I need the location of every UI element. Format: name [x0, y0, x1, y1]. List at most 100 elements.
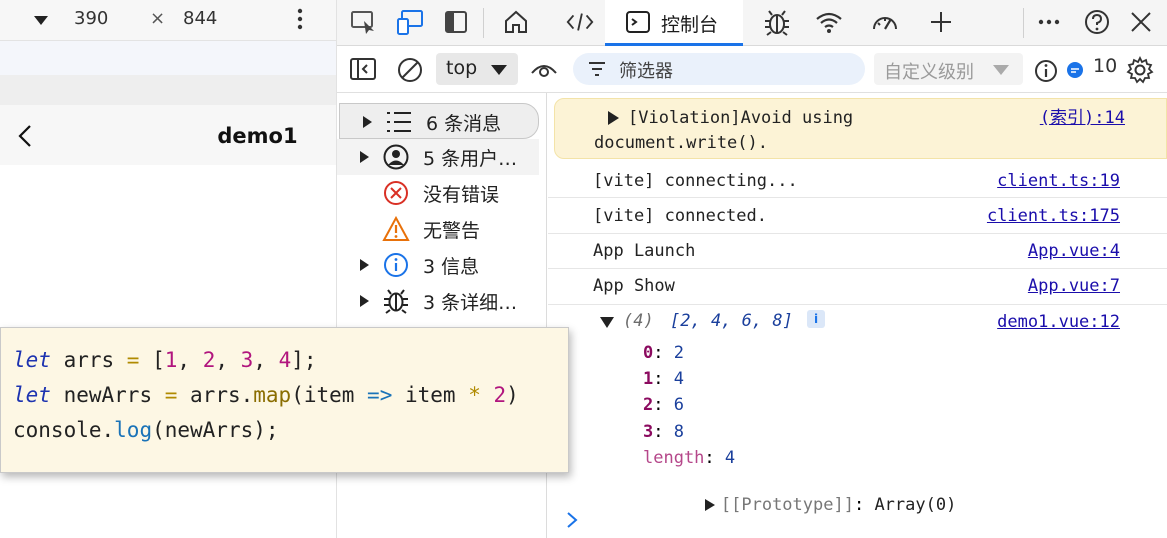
home-icon[interactable] [501, 7, 531, 37]
gauge-icon[interactable] [870, 7, 900, 37]
array-value: 8 [673, 422, 684, 442]
code-identifier: console. [13, 418, 115, 442]
sidebar-item-messages[interactable]: 6 条消息 [339, 103, 539, 139]
issues-message-icon[interactable] [1066, 61, 1084, 79]
code-method: log [114, 418, 153, 442]
code-punct: ) [506, 383, 519, 407]
chevron-down-icon [993, 65, 1009, 75]
context-selector[interactable]: top [436, 53, 518, 85]
user-icon [383, 144, 409, 170]
more-tabs-icon[interactable] [1034, 7, 1064, 37]
list-icon [387, 112, 411, 132]
device-width[interactable]: 390 [74, 8, 108, 29]
array-length-key: length [643, 448, 705, 468]
settings-gear-icon[interactable] [1126, 56, 1154, 84]
device-height[interactable]: 844 [183, 8, 217, 29]
issues-count[interactable]: 10 [1093, 55, 1117, 77]
message-source-link[interactable]: client.ts:175 [987, 206, 1120, 226]
expand-triangle-icon[interactable] [362, 116, 372, 128]
filter-input[interactable]: 筛选器 [573, 53, 865, 85]
wifi-icon[interactable] [814, 7, 844, 37]
collapse-triangle-icon[interactable] [600, 316, 614, 328]
filter-icon [589, 62, 605, 76]
dimensions-dropdown-icon[interactable] [32, 11, 50, 29]
tab-console[interactable]: 控制台 [605, 0, 743, 46]
info-icon[interactable] [1034, 59, 1058, 83]
clear-console-icon[interactable] [396, 56, 424, 84]
expand-triangle-icon[interactable] [359, 295, 369, 307]
expand-triangle-icon[interactable] [359, 151, 369, 163]
device-toolbar: 390 × 844 [0, 0, 336, 41]
context-label: top [446, 57, 478, 79]
array-prototype[interactable]: [[Prototype]]: Array(0) [623, 475, 956, 535]
expand-triangle-icon[interactable] [359, 259, 369, 271]
sidebar-item-info[interactable]: 3 信息 [337, 247, 539, 283]
code-line: let newArrs = arrs.map(item => item * 2) [13, 383, 519, 407]
array-entry: 3: 8 [643, 422, 684, 442]
expand-triangle-icon[interactable] [607, 111, 619, 125]
message-text: document.write(). [594, 133, 768, 153]
message-text: [vite] connected. [593, 206, 767, 226]
array-log-header[interactable]: (4) [2, 4, 6, 8] i demo1.vue:12 [548, 309, 1167, 332]
console-message[interactable]: App Launch App.vue:4 [548, 234, 1167, 269]
sidebar-item-errors[interactable]: 没有错误 [337, 175, 539, 211]
array-length-value: 4 [724, 448, 736, 468]
code-icon[interactable] [565, 7, 595, 37]
device-icon[interactable] [395, 7, 425, 37]
message-source-link[interactable]: App.vue:4 [1028, 241, 1120, 261]
message-source-link[interactable]: client.ts:19 [997, 171, 1120, 191]
tab-console-label: 控制台 [661, 14, 719, 36]
code-identifier: arrs. [177, 383, 254, 407]
console-message[interactable]: [vite] connected. client.ts:175 [548, 198, 1167, 234]
sidebar-item-verbose[interactable]: 3 条详细… [337, 283, 539, 319]
inspect-icon[interactable] [349, 7, 379, 37]
message-source-link[interactable]: (索引):14 [1040, 103, 1125, 128]
log-levels-label: 自定义级别 [884, 62, 974, 83]
bug-icon[interactable] [762, 7, 792, 37]
array-key: 2 [643, 395, 654, 415]
more-options-icon[interactable] [292, 6, 308, 34]
code-snippet-overlay: let arrs = [1, 2, 3, 4]; let newArrs = a… [0, 327, 569, 473]
live-expression-eye-icon[interactable] [530, 59, 558, 79]
expand-triangle-icon[interactable] [704, 499, 715, 511]
help-icon[interactable] [1082, 7, 1112, 37]
sidebar-item-label: 3 条详细… [423, 292, 518, 314]
console-prompt-icon[interactable] [565, 511, 579, 529]
console-message[interactable]: App Show App.vue:7 [548, 269, 1167, 305]
array-key: 0 [643, 343, 654, 363]
message-source-link[interactable]: App.vue:7 [1028, 276, 1120, 296]
code-number: 1 [164, 348, 178, 372]
code-identifier: arrs [50, 348, 127, 372]
message-source-link[interactable]: demo1.vue:12 [997, 312, 1120, 332]
array-entry: 1: 4 [643, 369, 684, 389]
plus-icon[interactable] [926, 7, 956, 37]
code-punct: ]; [291, 348, 317, 372]
array-key: 3 [643, 422, 654, 442]
sidebar-item-warnings[interactable]: 无警告 [337, 211, 539, 247]
console-output: [Violation]Avoid using document.write().… [548, 93, 1167, 538]
sidebar-toggle-icon[interactable] [349, 57, 377, 81]
message-text: App Show [593, 276, 675, 296]
info-icon [384, 253, 408, 277]
sidebar-item-label: 6 条消息 [426, 113, 502, 135]
device-header-band [0, 75, 336, 105]
panel-icon[interactable] [441, 7, 471, 37]
close-icon[interactable] [1126, 7, 1156, 37]
code-keyword: let [13, 348, 51, 372]
tab-divider [1023, 8, 1024, 38]
console-message[interactable]: [vite] connecting... client.ts:19 [548, 163, 1167, 198]
code-operator: = [164, 383, 178, 407]
message-text: App Launch [593, 241, 696, 261]
sidebar-item-user-messages[interactable]: 5 条用户… [337, 139, 539, 175]
log-levels-dropdown[interactable]: 自定义级别 [874, 53, 1023, 85]
array-value: 4 [673, 369, 684, 389]
code-punct: (item [291, 383, 368, 407]
bug-icon [384, 289, 408, 314]
array-info-badge[interactable]: i [807, 310, 825, 328]
message-text: [Violation]Avoid using [628, 108, 854, 128]
dimension-separator: × [150, 8, 166, 29]
console-message-violation[interactable]: [Violation]Avoid using document.write().… [554, 98, 1167, 159]
code-number: 4 [278, 348, 292, 372]
sidebar-item-label: 3 信息 [423, 256, 480, 278]
sidebar-item-label: 没有错误 [423, 184, 500, 206]
